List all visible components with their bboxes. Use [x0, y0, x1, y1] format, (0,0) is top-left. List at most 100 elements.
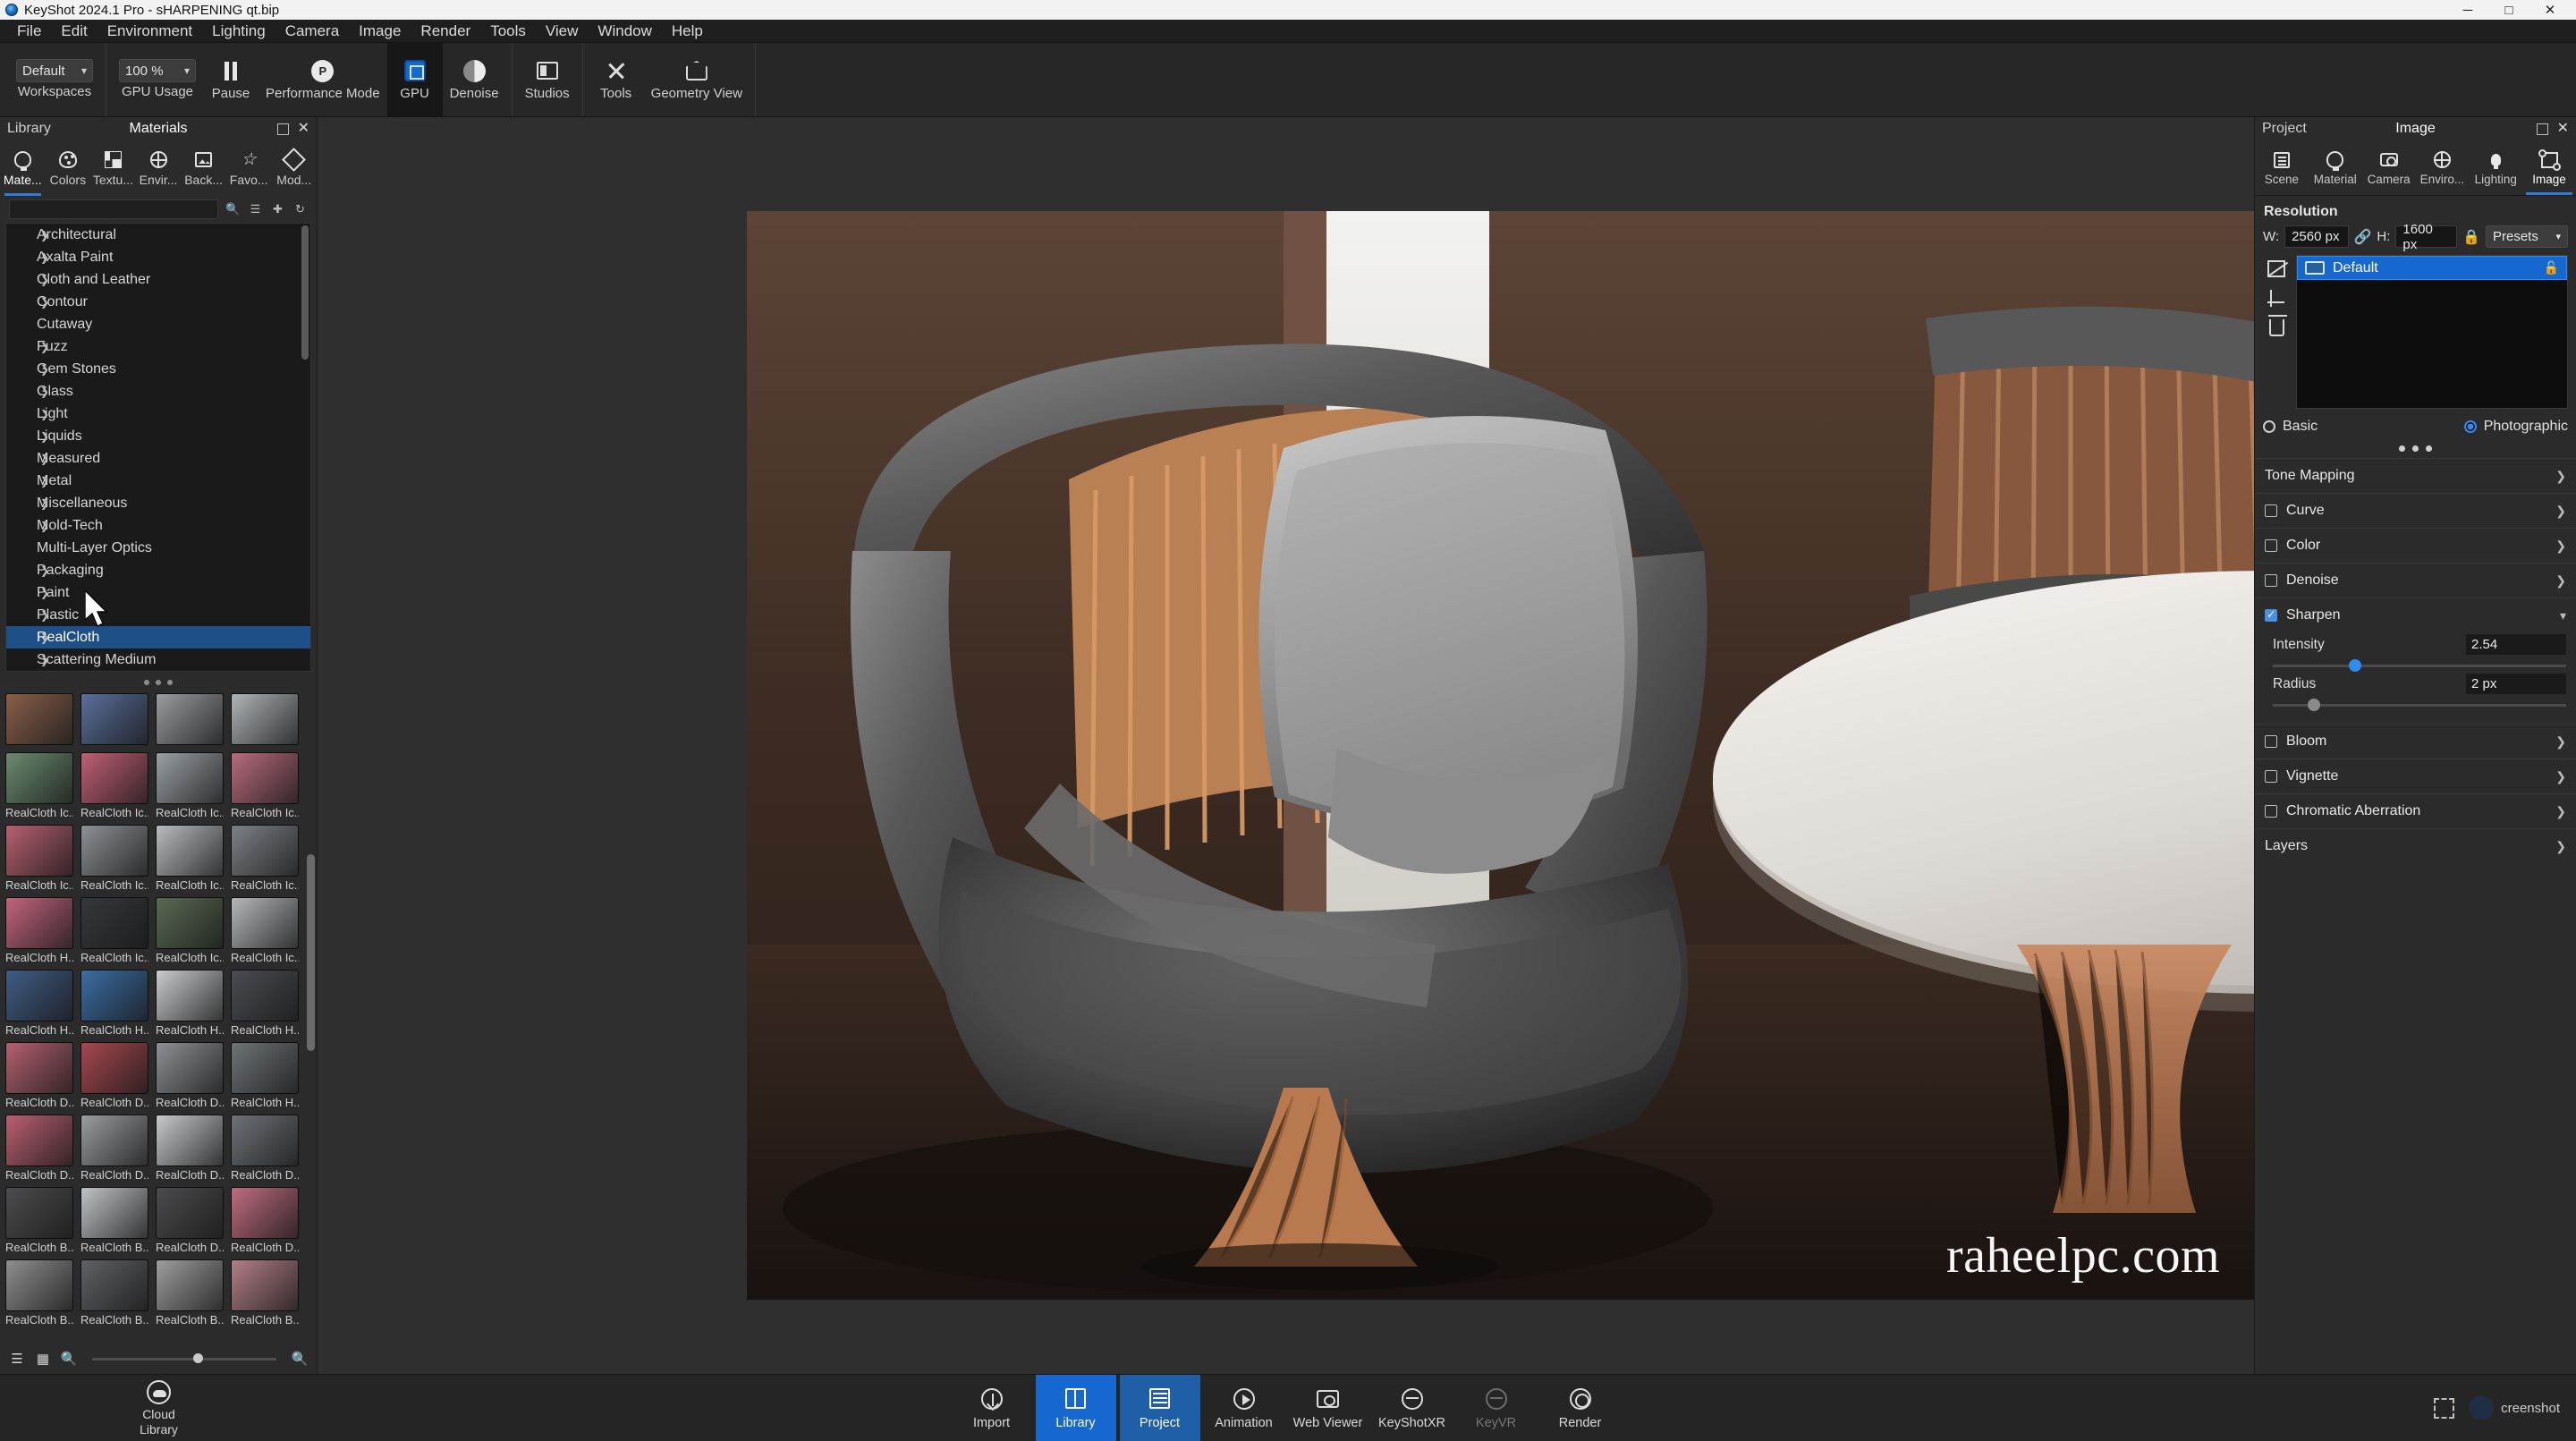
tab-scene[interactable]: Scene — [2255, 140, 2309, 195]
material-swatch-thumbnail[interactable] — [5, 1115, 73, 1166]
material-swatch-thumbnail[interactable] — [156, 825, 224, 877]
pause-button[interactable]: Pause — [203, 43, 258, 116]
bloom-checkbox[interactable] — [2265, 735, 2277, 748]
tab-material[interactable]: Material — [2309, 140, 2362, 195]
bottom-item-import[interactable]: Import — [952, 1375, 1032, 1441]
material-swatch-thumbnail[interactable] — [80, 752, 148, 804]
crop-icon[interactable] — [2267, 290, 2285, 307]
library-tab-colors[interactable]: Colors — [46, 140, 91, 196]
refresh-icon[interactable]: ↻ — [292, 202, 308, 217]
material-swatch-thumbnail[interactable] — [231, 1259, 299, 1311]
material-swatch-cell[interactable] — [231, 693, 299, 747]
material-swatch-cell[interactable]: RealCloth D... — [80, 1042, 148, 1109]
gpu-usage-dropdown[interactable]: 100 % ▾ — [119, 59, 196, 82]
presets-dropdown[interactable]: Presets ▾ — [2486, 225, 2568, 248]
material-swatch-cell[interactable] — [156, 693, 224, 747]
menu-help[interactable]: Help — [662, 20, 713, 43]
section-header[interactable]: Tone Mapping ❯ — [2255, 459, 2576, 493]
material-swatch-cell[interactable]: RealCloth D... — [156, 1042, 224, 1109]
material-swatch-cell[interactable]: RealCloth Ic... — [231, 897, 299, 964]
material-swatch-cell[interactable]: RealCloth Ic... — [231, 825, 299, 892]
tab-lighting[interactable]: Lighting — [2469, 140, 2522, 195]
list-view-icon[interactable]: ☰ — [9, 1351, 25, 1367]
material-swatch-cell[interactable] — [5, 693, 73, 747]
section-header[interactable]: Layers ❯ — [2255, 829, 2576, 863]
resolution-list[interactable]: Default 🔓 — [2296, 255, 2568, 409]
no-region-icon[interactable] — [2267, 260, 2285, 277]
material-swatch-cell[interactable]: RealCloth Ic... — [156, 825, 224, 892]
tree-item[interactable]: ❯Mold-Tech — [6, 514, 310, 537]
bottom-item-keyvr[interactable]: KeyVR — [1456, 1375, 1537, 1441]
curve-checkbox[interactable] — [2265, 504, 2277, 517]
radius-slider[interactable] — [2273, 704, 2566, 707]
section-bloom[interactable]: Bloom ❯ — [2255, 724, 2576, 759]
library-tab-models[interactable]: Mod... — [271, 140, 317, 196]
tree-item[interactable]: ❯Plastic — [6, 604, 310, 626]
rendered-image[interactable] — [747, 211, 2254, 1300]
material-swatch-thumbnail[interactable] — [5, 752, 73, 804]
radio-photographic[interactable]: Photographic — [2464, 419, 2568, 435]
material-swatch-cell[interactable]: RealCloth Ic... — [156, 897, 224, 964]
material-swatch-cell[interactable] — [80, 693, 148, 747]
material-swatch-cell[interactable]: RealCloth D... — [5, 1115, 73, 1182]
section-chromatic-aberration[interactable]: Chromatic Aberration ❯ — [2255, 793, 2576, 828]
bottom-item-keyshotxr[interactable]: KeyShotXR — [1372, 1375, 1453, 1441]
tree-item[interactable]: ❯Gem Stones — [6, 358, 310, 380]
material-swatch-cell[interactable]: RealCloth Ic... — [80, 825, 148, 892]
sharpen-checkbox[interactable] — [2265, 609, 2277, 622]
library-tab-textures[interactable]: Textu... — [90, 140, 136, 196]
minimize-button[interactable]: ─ — [2447, 0, 2488, 20]
intensity-slider-knob[interactable] — [2349, 659, 2361, 672]
slider-knob[interactable] — [193, 1353, 203, 1363]
library-tab-favorites[interactable]: ☆ Favo... — [226, 140, 272, 196]
grid-scrollbar[interactable] — [307, 854, 315, 1051]
material-swatch-thumbnail[interactable] — [5, 825, 73, 877]
vignette-checkbox[interactable] — [2265, 770, 2277, 783]
materials-tab[interactable]: Materials — [130, 121, 188, 137]
resolution-item-default[interactable]: Default 🔓 — [2297, 256, 2567, 280]
tree-item[interactable]: ❯Measured — [6, 447, 310, 470]
close-icon[interactable]: ✕ — [2557, 122, 2569, 136]
material-swatch-thumbnail[interactable] — [156, 970, 224, 1021]
cloud-library-button[interactable]: Cloud Library — [140, 1379, 178, 1436]
section-header[interactable]: Vignette ❯ — [2255, 759, 2576, 793]
material-swatch-cell[interactable]: RealCloth D... — [231, 1187, 299, 1254]
menu-camera[interactable]: Camera — [275, 20, 349, 43]
material-swatch-thumbnail[interactable] — [231, 752, 299, 804]
section-color[interactable]: Color ❯ — [2255, 528, 2576, 563]
material-swatch-cell[interactable]: RealCloth Ic... — [5, 825, 73, 892]
denoise-checkbox[interactable] — [2265, 574, 2277, 587]
material-swatch-thumbnail[interactable] — [156, 1187, 224, 1239]
material-swatch-thumbnail[interactable] — [231, 693, 299, 745]
section-vignette[interactable]: Vignette ❯ — [2255, 759, 2576, 793]
material-swatch-cell[interactable]: RealCloth H... — [5, 897, 73, 964]
section-layers[interactable]: Layers ❯ — [2255, 828, 2576, 863]
material-swatch-thumbnail[interactable] — [231, 897, 299, 949]
material-swatch-cell[interactable]: RealCloth H... — [231, 1042, 299, 1109]
tree-item[interactable]: ❯Metal — [6, 470, 310, 492]
tools-button[interactable]: Tools — [589, 43, 644, 116]
tree-item[interactable]: ❯Miscellaneous — [6, 492, 310, 514]
tree-item[interactable]: ❯Light — [6, 403, 310, 425]
studios-button[interactable]: Studios — [518, 43, 577, 116]
material-swatch-thumbnail[interactable] — [5, 693, 73, 745]
bottom-item-web-viewer[interactable]: Web Viewer — [1288, 1375, 1368, 1441]
material-swatch-cell[interactable]: RealCloth D... — [156, 1115, 224, 1182]
delete-icon[interactable] — [2269, 319, 2284, 336]
material-swatch-cell[interactable]: RealCloth H... — [80, 970, 148, 1037]
material-swatch-cell[interactable]: RealCloth Ic... — [80, 752, 148, 819]
material-swatch-thumbnail[interactable] — [5, 1042, 73, 1094]
maximize-button[interactable]: □ — [2488, 0, 2529, 20]
menu-tools[interactable]: Tools — [480, 20, 536, 43]
section-header[interactable]: Chromatic Aberration ❯ — [2255, 794, 2576, 828]
link-icon[interactable]: 🔗 — [2354, 228, 2372, 246]
tree-item[interactable]: ❯Contour — [6, 291, 310, 313]
menu-lighting[interactable]: Lighting — [202, 20, 275, 43]
material-swatch-thumbnail[interactable] — [156, 693, 224, 745]
section-curve[interactable]: Curve ❯ — [2255, 493, 2576, 528]
material-swatch-thumbnail[interactable] — [156, 1115, 224, 1166]
material-swatch-cell[interactable]: RealCloth Ic... — [156, 752, 224, 819]
bottom-item-project[interactable]: Project — [1120, 1375, 1200, 1441]
material-swatch-cell[interactable]: RealCloth Ic... — [80, 897, 148, 964]
library-search-input[interactable] — [9, 199, 218, 219]
